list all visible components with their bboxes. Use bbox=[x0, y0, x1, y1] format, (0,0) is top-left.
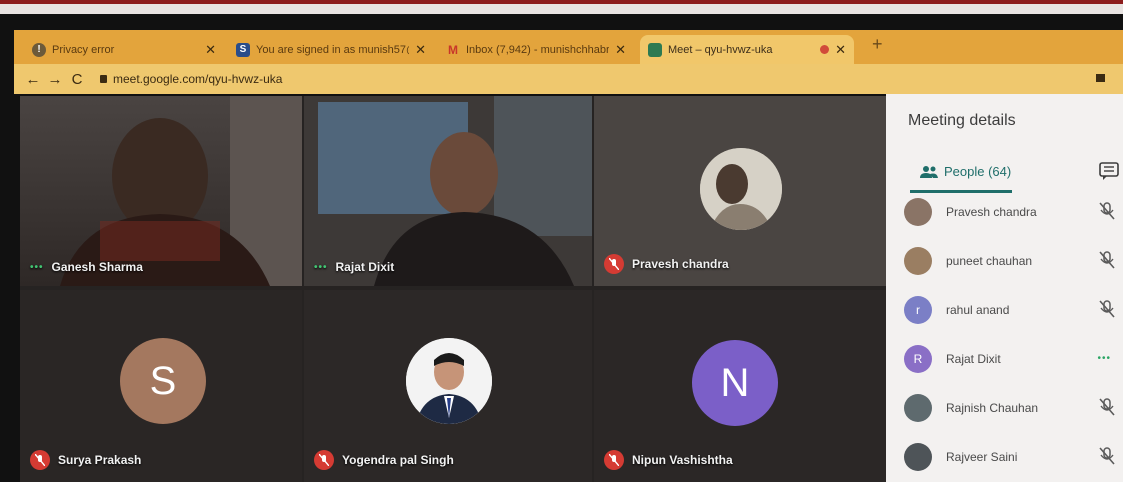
list-item[interactable]: Pravesh chandra bbox=[904, 196, 1123, 228]
mic-off-icon bbox=[30, 450, 50, 470]
participant-label: Pravesh chandra bbox=[604, 254, 729, 274]
recording-icon bbox=[820, 45, 830, 54]
participant-video bbox=[60, 96, 302, 286]
video-tile-surya[interactable]: S Surya Prakash bbox=[20, 290, 302, 482]
people-icon bbox=[920, 165, 938, 178]
participant-name: Surya Prakash bbox=[58, 453, 142, 467]
mic-off-icon bbox=[604, 450, 624, 470]
close-icon[interactable]: ✕ bbox=[415, 42, 426, 58]
avatar bbox=[406, 338, 492, 424]
speaking-dots-icon: ••• bbox=[314, 261, 328, 273]
tab-signed-in[interactable]: S You are signed in as munish57@ ✕ bbox=[228, 35, 434, 64]
forward-icon[interactable]: → bbox=[44, 71, 66, 88]
close-icon[interactable]: ✕ bbox=[835, 42, 846, 58]
url-field[interactable]: meet.google.com/qyu-hvwz-uka bbox=[100, 72, 282, 86]
avatar-photo bbox=[406, 338, 492, 424]
video-tile-rajat[interactable]: ••• Rajat Dixit bbox=[304, 96, 592, 286]
participant-name: Pravesh chandra bbox=[632, 257, 729, 271]
avatar: N bbox=[692, 340, 778, 426]
list-item[interactable]: R Rajat Dixit ••• bbox=[904, 343, 1123, 375]
person-name: Rajveer Saini bbox=[946, 450, 1018, 464]
speaking-dots-icon: ••• bbox=[30, 261, 44, 273]
person-name: puneet chauhan bbox=[946, 254, 1033, 268]
list-item[interactable]: Rajveer Saini bbox=[904, 441, 1123, 473]
url-text: meet.google.com/qyu-hvwz-uka bbox=[113, 72, 283, 86]
video-grid: ••• Ganesh Sharma ••• Rajat Dixit Praves… bbox=[20, 96, 886, 482]
participant-video bbox=[304, 96, 592, 286]
new-tab-button[interactable]: + bbox=[872, 34, 883, 55]
participant-label: Surya Prakash bbox=[30, 450, 141, 470]
mic-off-icon bbox=[1099, 202, 1115, 225]
tab-meet[interactable]: Meet – qyu-hvwz-uka ✕ bbox=[640, 35, 854, 64]
participant-name: Yogendra pal Singh bbox=[342, 453, 454, 467]
participant-label: ••• Ganesh Sharma bbox=[30, 260, 143, 274]
back-icon[interactable]: ← bbox=[22, 71, 44, 88]
reload-icon[interactable]: C bbox=[66, 71, 88, 88]
speaking-dots-icon: ••• bbox=[1097, 353, 1111, 364]
mic-off-icon bbox=[1099, 251, 1115, 274]
person-name: Rajat Dixit bbox=[946, 352, 1001, 366]
tab-privacy-error[interactable]: ! Privacy error ✕ bbox=[24, 35, 224, 64]
avatar bbox=[904, 247, 932, 275]
gmail-icon: M bbox=[448, 42, 458, 57]
list-item[interactable]: puneet chauhan bbox=[904, 245, 1123, 277]
tab-title: Privacy error bbox=[52, 43, 115, 56]
people-tab-label: People (64) bbox=[944, 164, 1012, 179]
avatar bbox=[700, 148, 782, 230]
avatar: r bbox=[904, 296, 932, 324]
avatar bbox=[904, 198, 932, 226]
video-tile-nipun[interactable]: N Nipun Vashishtha bbox=[594, 290, 886, 482]
s-logo-icon: S bbox=[236, 42, 250, 57]
participant-label: Nipun Vashishtha bbox=[604, 450, 733, 470]
mic-off-icon bbox=[314, 450, 334, 470]
red-strip bbox=[0, 0, 1123, 4]
participant-label: Yogendra pal Singh bbox=[314, 450, 454, 470]
close-icon[interactable]: ✕ bbox=[205, 42, 216, 58]
lock-icon bbox=[100, 75, 107, 83]
avatar bbox=[904, 394, 932, 422]
video-tile-pravesh[interactable]: Pravesh chandra bbox=[594, 96, 886, 286]
photo-top-strip bbox=[0, 0, 1123, 14]
video-tile-ganesh[interactable]: ••• Ganesh Sharma bbox=[20, 96, 302, 286]
person-name: rahul anand bbox=[946, 303, 1010, 317]
chat-icon[interactable] bbox=[1099, 162, 1119, 185]
warning-icon: ! bbox=[32, 42, 46, 57]
list-item[interactable]: Rajnish Chauhan bbox=[904, 392, 1123, 424]
participant-name: Ganesh Sharma bbox=[51, 260, 143, 274]
tab-title: Inbox (7,942) - munishchhabram bbox=[466, 43, 610, 56]
video-tile-yogendra[interactable]: Yogendra pal Singh bbox=[304, 290, 592, 482]
person-name: Pravesh chandra bbox=[946, 205, 1037, 219]
address-bar: ← → C meet.google.com/qyu-hvwz-uka bbox=[14, 64, 1123, 94]
participant-name: Nipun Vashishtha bbox=[632, 453, 733, 467]
close-icon[interactable]: ✕ bbox=[615, 42, 626, 58]
avatar: R bbox=[904, 345, 932, 373]
avatar bbox=[904, 443, 932, 471]
meet-icon bbox=[648, 42, 662, 57]
tab-inbox[interactable]: M Inbox (7,942) - munishchhabram ✕ bbox=[438, 35, 634, 64]
participant-label: ••• Rajat Dixit bbox=[314, 260, 394, 274]
mic-off-icon bbox=[604, 254, 624, 274]
active-tab-indicator bbox=[910, 190, 1012, 193]
list-item[interactable]: r rahul anand bbox=[904, 294, 1123, 326]
avatar: S bbox=[120, 338, 206, 424]
mic-off-icon bbox=[1099, 398, 1115, 421]
avatar-photo bbox=[700, 148, 782, 230]
meeting-details-panel: Meeting details People (64) Pravesh chan… bbox=[886, 94, 1123, 482]
browser-tab-bar: ! Privacy error ✕ S You are signed in as… bbox=[14, 30, 1123, 64]
mic-off-icon bbox=[1099, 300, 1115, 323]
participant-name: Rajat Dixit bbox=[335, 260, 395, 274]
tab-title: Meet – qyu-hvwz-uka bbox=[668, 43, 773, 56]
person-name: Rajnish Chauhan bbox=[946, 401, 1039, 415]
mic-off-icon bbox=[1099, 447, 1115, 470]
camera-icon[interactable] bbox=[1096, 74, 1105, 82]
tab-people[interactable]: People (64) bbox=[920, 164, 1011, 179]
panel-title: Meeting details bbox=[908, 112, 1016, 129]
tab-title: You are signed in as munish57@ bbox=[256, 43, 410, 56]
